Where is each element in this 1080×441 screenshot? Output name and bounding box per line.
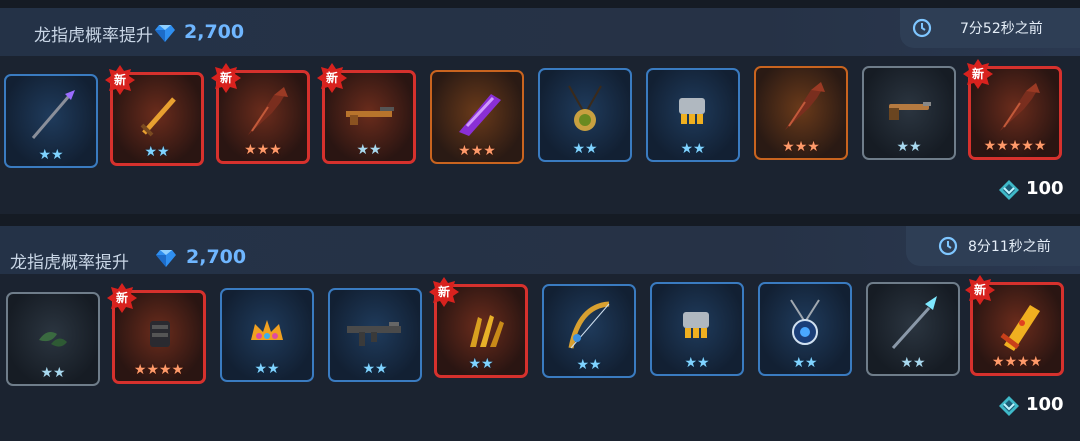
time-ago: 7分52秒之前: [960, 21, 1043, 37]
item-slot-pistol[interactable]: ★★: [862, 66, 956, 160]
gem-currency-icon: [999, 180, 1019, 200]
golden-greatsword-icon: [1000, 305, 1040, 351]
amulet-icon: [568, 85, 602, 131]
item-slot-dragon-claw[interactable]: ★★★: [754, 66, 848, 160]
golden-bow-icon: [568, 301, 610, 349]
star-rating: ★★★: [458, 143, 496, 159]
star-rating: ★★: [362, 361, 388, 377]
item-slot-golden-greatsword[interactable]: ★★★★ 新: [965, 275, 1064, 376]
item-slot-dark-armor[interactable]: ★★★★ 新: [107, 283, 206, 384]
item-slot-crown[interactable]: ★★: [220, 288, 314, 382]
item-slot-purple-blade[interactable]: ★★★: [430, 70, 524, 164]
offer-price: 2,700: [184, 21, 245, 43]
item-slot-ice-spear[interactable]: ★★: [866, 282, 960, 376]
star-rating: ★★: [468, 356, 494, 372]
item-slot-spear[interactable]: ★★: [4, 74, 98, 168]
item-slot-golden-claw[interactable]: ★★ 新: [429, 277, 528, 378]
spear-icon: [31, 90, 75, 139]
new-badge-label: 新: [325, 71, 338, 85]
star-rating: ★★: [576, 357, 602, 373]
new-badge-label: 新: [115, 291, 128, 305]
gauntlet-icon: [683, 312, 709, 338]
offer-title: 龙指虎概率提升: [34, 26, 153, 46]
pistol-icon: [889, 102, 931, 120]
offer-title: 龙指虎概率提升: [10, 253, 129, 273]
sword-icon: [140, 97, 176, 137]
offer-panel: 龙指虎概率提升 2,700 7分52秒之前 ★★ ★★ 新 ★★★ 新 ★★ 新 ★★★ ★★ ★…: [0, 8, 1080, 214]
offer-price: 2,700: [186, 246, 247, 268]
offer-header: 龙指虎概率提升 2,700 8分11秒之前: [0, 226, 1080, 274]
item-slot-leaf-charm[interactable]: ★★: [6, 292, 100, 386]
offer-header: 龙指虎概率提升 2,700 7分52秒之前: [0, 8, 1080, 56]
item-slot-golden-bow[interactable]: ★★: [542, 284, 636, 378]
diamond-icon: [156, 250, 176, 267]
star-rating: ★★: [900, 355, 926, 371]
dark-armor-icon: [150, 321, 170, 347]
star-rating: ★★: [680, 141, 706, 157]
assault-rifle-icon: [347, 322, 401, 346]
star-rating: ★★: [792, 355, 818, 371]
item-slot-assault-rifle[interactable]: ★★: [328, 288, 422, 382]
new-badge-label: 新: [437, 285, 450, 299]
gauntlet-icon: [679, 98, 705, 124]
item-slot-rifle[interactable]: ★★ 新: [317, 63, 416, 164]
item-slot-gauntlet[interactable]: ★★: [650, 282, 744, 376]
golden-claw-icon: [470, 315, 504, 347]
new-badge-label: 新: [219, 71, 232, 85]
time-box: 7分52秒之前: [900, 8, 1080, 48]
new-badge-label: 新: [113, 73, 126, 87]
dragon-claw-icon: [248, 87, 288, 135]
item-slot-sword[interactable]: ★★ 新: [105, 65, 204, 166]
cost-display: 100: [998, 394, 1068, 418]
dragon-claw-icon: [785, 82, 825, 130]
cost-display: 100: [998, 178, 1068, 202]
item-row: ★★ ★★★★ 新 ★★ ★★ ★★ 新 ★★ ★★ ★★ ★★ ★★★★ 新: [0, 275, 1080, 402]
new-badge: 新: [211, 63, 241, 93]
star-rating: ★★★: [782, 139, 820, 155]
ice-spear-icon: [891, 296, 937, 350]
star-rating: ★★: [896, 139, 922, 155]
star-rating: ★★: [38, 147, 64, 163]
star-rating: ★★★★: [991, 354, 1043, 370]
cost-value: 100: [1026, 394, 1064, 415]
star-rating: ★★: [356, 142, 382, 158]
item-slot-dragon-claw[interactable]: ★★★★★ 新: [963, 59, 1062, 160]
star-rating: ★★: [684, 355, 710, 371]
star-rating: ★★★: [244, 142, 282, 158]
leaf-charm-icon: [39, 332, 67, 347]
diamond-icon: [155, 25, 175, 42]
star-rating: ★★: [254, 361, 280, 377]
new-badge: 新: [317, 63, 347, 93]
purple-blade-icon: [459, 94, 501, 136]
new-badge: 新: [429, 277, 459, 307]
new-badge-label: 新: [971, 67, 984, 81]
clock-icon: [938, 236, 958, 256]
time-ago: 8分11秒之前: [968, 239, 1051, 255]
new-badge: 新: [107, 283, 137, 313]
crown-icon: [251, 320, 283, 340]
new-badge: 新: [105, 65, 135, 95]
dragon-claw-icon: [1000, 83, 1040, 131]
item-slot-gauntlet[interactable]: ★★: [646, 68, 740, 162]
star-rating: ★★★★: [133, 362, 185, 378]
new-badge-label: 新: [973, 283, 986, 297]
new-badge: 新: [963, 59, 993, 89]
item-slot-amulet[interactable]: ★★: [538, 68, 632, 162]
item-slot-dragon-claw[interactable]: ★★★ 新: [211, 63, 310, 164]
offer-panel: 龙指虎概率提升 2,700 8分11秒之前 ★★ ★★★★ 新 ★★ ★★ ★★ 新 ★★ ★★…: [0, 226, 1080, 441]
sapphire-necklace-icon: [790, 299, 820, 345]
item-slot-sapphire-necklace[interactable]: ★★: [758, 282, 852, 376]
star-rating: ★★: [40, 365, 66, 381]
item-row: ★★ ★★ 新 ★★★ 新 ★★ 新 ★★★ ★★ ★★ ★★★ ★★ ★★★★★ 新: [0, 59, 1080, 186]
cost-value: 100: [1026, 178, 1064, 199]
star-rating: ★★: [144, 144, 170, 160]
clock-icon: [912, 18, 932, 38]
rifle-icon: [346, 107, 394, 125]
star-rating: ★★★★★: [983, 138, 1047, 154]
gem-currency-icon: [999, 396, 1019, 416]
new-badge: 新: [965, 275, 995, 305]
time-box: 8分11秒之前: [906, 226, 1080, 266]
star-rating: ★★: [572, 141, 598, 157]
